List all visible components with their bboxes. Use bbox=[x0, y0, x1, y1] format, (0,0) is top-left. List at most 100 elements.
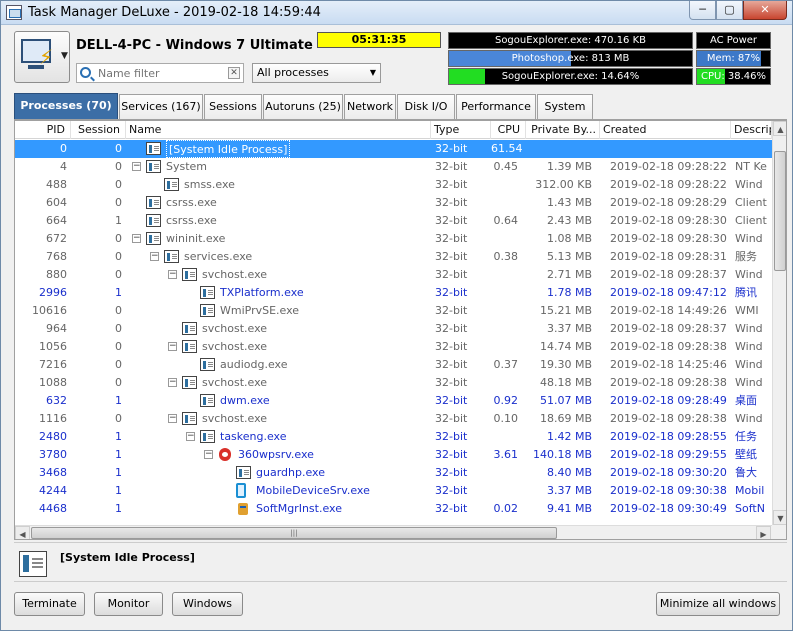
process-icon bbox=[146, 232, 161, 245]
table-row[interactable]: 1088 0 − svchost.exe 32-bit 48.18 MB 2019-02-1… bbox=[15, 374, 772, 392]
vertical-scrollbar[interactable]: ▲ ▼ bbox=[772, 121, 786, 525]
cell-pid: 632 bbox=[46, 394, 67, 407]
name-filter[interactable]: ✕ bbox=[76, 63, 244, 83]
close-button[interactable]: ✕ bbox=[743, 1, 787, 20]
column-header[interactable]: Name bbox=[126, 121, 431, 139]
cell-session: 0 bbox=[115, 358, 122, 371]
maximize-button[interactable]: ▢ bbox=[716, 1, 743, 20]
table-row[interactable]: 880 0 − svchost.exe 32-bit 2.71 MB 2019-02-18 … bbox=[15, 266, 772, 284]
cell-name: 360wpsrv.exe bbox=[238, 448, 314, 461]
cell-session: 0 bbox=[115, 376, 122, 389]
cell-mem: 1.08 MB bbox=[546, 232, 592, 245]
cell-cpu: 61.54 bbox=[491, 142, 522, 155]
minimize-button[interactable]: ─ bbox=[689, 1, 716, 20]
cell-session: 0 bbox=[115, 178, 122, 191]
tab-performance[interactable]: Performance bbox=[456, 94, 536, 119]
cell-mem: 2.71 MB bbox=[546, 268, 592, 281]
title-bar[interactable]: Task Manager DeLuxe - 2019-02-18 14:59:4… bbox=[1, 1, 792, 25]
scroll-down-icon[interactable]: ▼ bbox=[773, 510, 786, 525]
cell-created: 2019-02-18 14:49:26 bbox=[610, 304, 727, 317]
collapse-icon[interactable]: − bbox=[186, 432, 195, 441]
table-row[interactable]: 2480 1 − taskeng.exe 32-bit 1.42 MB 2019-02-18… bbox=[15, 428, 772, 446]
table-row[interactable]: 4 0 − System 32-bit 0.45 1.39 MB 2019-02-18 09:… bbox=[15, 158, 772, 176]
cell-cpu: 0.64 bbox=[493, 214, 519, 227]
collapse-icon[interactable]: − bbox=[168, 342, 177, 351]
collapse-icon[interactable]: − bbox=[132, 234, 141, 243]
tab-system[interactable]: System bbox=[537, 94, 593, 119]
table-row[interactable]: 1116 0 − svchost.exe 32-bit 0.10 18.69 MB 2019-… bbox=[15, 410, 772, 428]
collapse-icon[interactable]: − bbox=[204, 450, 213, 459]
process-scope-select[interactable]: All processes ▼ bbox=[252, 63, 381, 83]
clear-filter-icon[interactable]: ✕ bbox=[228, 67, 240, 79]
cell-created: 2019-02-18 09:28:38 bbox=[610, 376, 727, 389]
cell-created: 2019-02-18 09:28:37 bbox=[610, 322, 727, 335]
horizontal-scrollbar[interactable]: ◀ ||| ▶ bbox=[15, 525, 772, 539]
meter-label: SogouExplorer.exe: 14.64% bbox=[501, 71, 640, 82]
chevron-down-icon: ▼ bbox=[61, 51, 68, 61]
column-header[interactable]: Descriptio bbox=[731, 121, 772, 139]
process-icon bbox=[182, 412, 197, 425]
process-table[interactable]: PID Session Name Type CPU Private By... Create… bbox=[14, 120, 787, 540]
tab-autoruns-25[interactable]: Autoruns (25) bbox=[263, 94, 343, 119]
column-header[interactable]: Created bbox=[600, 121, 731, 139]
terminate-button[interactable]: Terminate bbox=[14, 592, 85, 616]
scroll-up-icon[interactable]: ▲ bbox=[773, 121, 786, 136]
table-row[interactable]: 0 0 [System Idle Process] 32-bit 61.54 bbox=[15, 140, 772, 158]
scroll-right-icon[interactable]: ▶ bbox=[756, 526, 771, 539]
cell-session: 1 bbox=[115, 430, 122, 443]
table-row[interactable]: 10616 0 WmiPrvSE.exe 32-bit 15.21 MB 2019-02-… bbox=[15, 302, 772, 320]
process-scope-value: All processes bbox=[257, 66, 329, 79]
column-header[interactable]: Session bbox=[71, 121, 126, 139]
horizontal-scroll-thumb[interactable]: ||| bbox=[31, 527, 557, 539]
table-row[interactable]: 964 0 svchost.exe 32-bit 3.37 MB 2019-02-18 0… bbox=[15, 320, 772, 338]
table-row[interactable]: 488 0 smss.exe 32-bit 312.00 KB 2019-02-18 09… bbox=[15, 176, 772, 194]
meter-label: Photoshop.exe: 813 MB bbox=[511, 53, 630, 64]
table-row[interactable]: 4244 1 MobileDeviceSrv.exe 32-bit 3.37 MB 201… bbox=[15, 482, 772, 500]
column-header[interactable]: CPU bbox=[491, 121, 526, 139]
cell-type: 32-bit bbox=[435, 376, 468, 389]
vertical-scroll-thumb[interactable] bbox=[774, 151, 786, 271]
table-row[interactable]: 3780 1 − 360wpsrv.exe 32-bit 3.61 140.18 MB 201… bbox=[15, 446, 772, 464]
cell-created: 2019-02-18 09:30:20 bbox=[610, 466, 727, 479]
cell-desc: Wind bbox=[735, 358, 763, 371]
column-header[interactable]: PID bbox=[15, 121, 71, 139]
name-filter-input[interactable] bbox=[96, 65, 226, 81]
tab-processes-70[interactable]: Processes (70) bbox=[14, 93, 118, 120]
column-header[interactable]: Private By... bbox=[526, 121, 600, 139]
computer-menu-button[interactable]: ⚡ ▼ bbox=[14, 31, 70, 83]
cell-name: svchost.exe bbox=[202, 376, 268, 389]
collapse-icon[interactable]: − bbox=[132, 162, 141, 171]
table-row[interactable]: 664 1 csrss.exe 32-bit 0.64 2.43 MB 2019-02-18… bbox=[15, 212, 772, 230]
cell-type: 32-bit bbox=[435, 340, 468, 353]
windows-button[interactable]: Windows bbox=[172, 592, 243, 616]
collapse-icon[interactable]: − bbox=[150, 252, 159, 261]
table-row[interactable]: 604 0 csrss.exe 32-bit 1.43 MB 2019-02-18 09:… bbox=[15, 194, 772, 212]
process-icon bbox=[182, 322, 197, 335]
table-row[interactable]: 7216 0 audiodg.exe 32-bit 0.37 19.30 MB 2019-0… bbox=[15, 356, 772, 374]
cell-mem: 3.37 MB bbox=[546, 322, 592, 335]
table-row[interactable]: 768 0 − services.exe 32-bit 0.38 5.13 MB 2019-0… bbox=[15, 248, 772, 266]
tab-sessions[interactable]: Sessions bbox=[204, 94, 262, 119]
table-row[interactable]: 2996 1 TXPlatform.exe 32-bit 1.78 MB 2019-02-… bbox=[15, 284, 772, 302]
monitor-button[interactable]: Monitor bbox=[94, 592, 163, 616]
cell-type: 32-bit bbox=[435, 268, 468, 281]
column-header[interactable]: Type bbox=[431, 121, 491, 139]
table-row[interactable]: 672 0 − wininit.exe 32-bit 1.08 MB 2019-02-18 … bbox=[15, 230, 772, 248]
collapse-icon[interactable]: − bbox=[168, 270, 177, 279]
table-row[interactable]: 632 1 dwm.exe 32-bit 0.92 51.07 MB 2019-02-18 … bbox=[15, 392, 772, 410]
tab-network[interactable]: Network bbox=[344, 94, 396, 119]
cell-pid: 2480 bbox=[39, 430, 67, 443]
collapse-icon[interactable]: − bbox=[168, 414, 177, 423]
cell-created: 2019-02-18 09:28:22 bbox=[610, 160, 727, 173]
cell-desc: 服务 bbox=[735, 250, 757, 263]
meter-label: CPU: 38.46% bbox=[700, 71, 766, 82]
table-row[interactable]: 4468 1 SoftMgrInst.exe 32-bit 0.02 9.41 MB 201… bbox=[15, 500, 772, 518]
collapse-icon[interactable]: − bbox=[168, 378, 177, 387]
tab-disk-i-o[interactable]: Disk I/O bbox=[397, 94, 455, 119]
scroll-left-icon[interactable]: ◀ bbox=[15, 526, 30, 539]
tab-services-167[interactable]: Services (167) bbox=[119, 94, 203, 119]
minimize-all-windows-button[interactable]: Minimize all windows bbox=[656, 592, 780, 616]
cell-cpu: 0.38 bbox=[493, 250, 519, 263]
table-row[interactable]: 1056 0 − svchost.exe 32-bit 14.74 MB 2019-02-1… bbox=[15, 338, 772, 356]
table-row[interactable]: 3468 1 guardhp.exe 32-bit 8.40 MB 2019-02-18 … bbox=[15, 464, 772, 482]
